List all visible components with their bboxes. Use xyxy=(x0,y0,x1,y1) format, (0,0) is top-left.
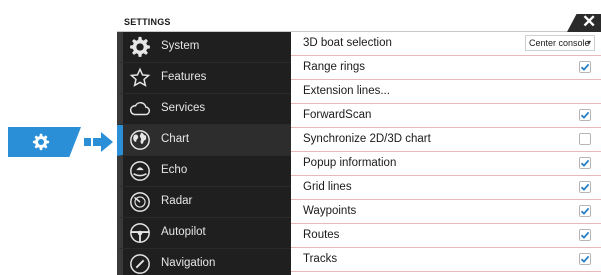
sidebar-item-services[interactable]: Services xyxy=(117,94,291,125)
setting-row-range-rings[interactable]: Range rings xyxy=(291,56,601,80)
sidebar-item-features[interactable]: Features xyxy=(117,63,291,94)
sidebar-item-label: Radar xyxy=(161,195,193,207)
arrow-right-icon xyxy=(84,132,113,152)
title-bar: SETTINGS xyxy=(117,14,601,32)
forwardscan-checkbox[interactable] xyxy=(579,109,591,121)
setting-row-tracks[interactable]: Tracks xyxy=(291,248,601,272)
setting-row-grid-lines[interactable]: Grid lines xyxy=(291,176,601,200)
close-icon: ✕ xyxy=(582,14,597,31)
settings-window: SETTINGS ✕ System Features Services Char… xyxy=(117,14,601,275)
setting-label: Range rings xyxy=(303,61,366,73)
navigation-compass-icon xyxy=(130,254,150,274)
sidebar-item-navigation[interactable]: Navigation xyxy=(117,249,291,275)
setting-label: Popup information xyxy=(303,157,397,169)
checkmark-icon xyxy=(580,159,590,167)
grid-lines-checkbox[interactable] xyxy=(579,181,591,193)
sidebar-item-radar[interactable]: Radar xyxy=(117,187,291,218)
settings-list: 3D boat selection Center console ▾ Range… xyxy=(291,32,601,275)
chart-globe-icon xyxy=(130,130,150,150)
settings-sidebar: System Features Services Chart Echo Rada… xyxy=(117,32,291,275)
dropdown-value: Center console xyxy=(529,38,590,48)
routes-checkbox[interactable] xyxy=(579,229,591,241)
window-title: SETTINGS xyxy=(124,17,171,27)
checkmark-icon xyxy=(580,183,590,191)
checkmark-icon xyxy=(580,63,590,71)
synchronize-2d-3d-checkbox[interactable] xyxy=(579,133,591,145)
sidebar-item-label: Chart xyxy=(161,133,190,145)
setting-label: 3D boat selection xyxy=(303,37,392,49)
setting-row-popup-information[interactable]: Popup information xyxy=(291,152,601,176)
gear-icon xyxy=(32,133,50,151)
boat-selection-dropdown[interactable]: Center console ▾ xyxy=(525,35,595,51)
star-icon xyxy=(129,67,151,87)
sidebar-item-label: Features xyxy=(161,71,207,83)
echo-icon xyxy=(130,161,150,181)
checkmark-icon xyxy=(580,231,590,239)
setting-row-synchronize-2d-3d[interactable]: Synchronize 2D/3D chart xyxy=(291,128,601,152)
setting-row-waypoints[interactable]: Waypoints xyxy=(291,200,601,224)
checkmark-icon xyxy=(580,255,590,263)
setting-row-extension-lines[interactable]: Extension lines... xyxy=(291,80,601,104)
popup-information-checkbox[interactable] xyxy=(579,157,591,169)
setting-label: Waypoints xyxy=(303,205,357,217)
chevron-down-icon: ▾ xyxy=(586,38,591,47)
sidebar-item-chart[interactable]: Chart xyxy=(117,125,291,156)
sidebar-item-label: Autopilot xyxy=(161,226,206,238)
sidebar-item-autopilot[interactable]: Autopilot xyxy=(117,218,291,249)
setting-label: Routes xyxy=(303,229,340,241)
setting-row-forwardscan[interactable]: ForwardScan xyxy=(291,104,601,128)
sidebar-item-label: Services xyxy=(161,102,206,114)
checkmark-icon xyxy=(580,111,590,119)
range-rings-checkbox[interactable] xyxy=(579,61,591,73)
setting-label: ForwardScan xyxy=(303,109,372,121)
waypoints-checkbox[interactable] xyxy=(579,205,591,217)
settings-callout-badge xyxy=(8,127,81,157)
setting-label: Synchronize 2D/3D chart xyxy=(303,133,431,145)
setting-label: Extension lines... xyxy=(303,85,390,97)
checkmark-icon xyxy=(580,207,590,215)
steering-wheel-icon xyxy=(130,223,150,243)
setting-label: Grid lines xyxy=(303,181,352,193)
setting-row-3d-boat-selection[interactable]: 3D boat selection Center console ▾ xyxy=(291,32,601,56)
radar-icon xyxy=(130,192,150,212)
sidebar-item-system[interactable]: System xyxy=(117,32,291,63)
gear-icon xyxy=(130,36,150,57)
cloud-icon xyxy=(129,101,151,116)
setting-label: Tracks xyxy=(303,253,338,265)
sidebar-item-label: System xyxy=(161,40,200,52)
sidebar-item-echo[interactable]: Echo xyxy=(117,156,291,187)
sidebar-item-label: Echo xyxy=(161,164,188,176)
sidebar-item-label: Navigation xyxy=(161,257,216,269)
setting-row-routes[interactable]: Routes xyxy=(291,224,601,248)
tracks-checkbox[interactable] xyxy=(579,253,591,265)
